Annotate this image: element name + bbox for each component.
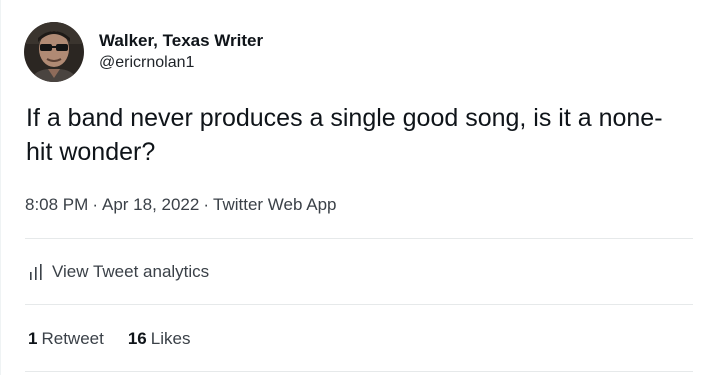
tweet-stats: 1 Retweet 16 Likes (28, 327, 214, 351)
tweet-source[interactable]: Twitter Web App (213, 195, 336, 214)
tweet-header: Walker, Texas Writer @ericrnolan1 (24, 22, 263, 82)
view-analytics-label: View Tweet analytics (52, 262, 210, 281)
retweets-label: Retweet (41, 329, 104, 348)
tweet-date[interactable]: Apr 18, 2022 (102, 195, 199, 214)
retweets-stat[interactable]: 1 Retweet (28, 327, 104, 351)
likes-stat[interactable]: 16 Likes (128, 327, 191, 351)
likes-count: 16 (127, 329, 147, 348)
display-name[interactable]: Walker, Texas Writer (99, 30, 263, 52)
tweet-time[interactable]: 8:08 PM (25, 195, 88, 214)
user-handle[interactable]: @ericrnolan1 (99, 52, 263, 74)
divider (25, 304, 693, 305)
likes-label: Likes (150, 329, 191, 348)
meta-separator: · (92, 195, 98, 214)
bar-chart-icon (28, 263, 44, 281)
divider (25, 238, 693, 239)
tweet-metadata: 8:08 PM · Apr 18, 2022 · Twitter Web App (25, 193, 336, 217)
retweets-count: 1 (28, 329, 38, 348)
tweet-card: Walker, Texas Writer @ericrnolan1 If a b… (0, 0, 703, 375)
avatar[interactable] (24, 22, 84, 82)
meta-separator: · (203, 195, 210, 214)
view-analytics-link[interactable]: View Tweet analytics (28, 260, 209, 284)
tweet-text: If a band never produces a single good s… (26, 104, 663, 166)
author-names: Walker, Texas Writer @ericrnolan1 (99, 30, 263, 74)
avatar-image (24, 22, 84, 82)
divider (25, 371, 693, 372)
